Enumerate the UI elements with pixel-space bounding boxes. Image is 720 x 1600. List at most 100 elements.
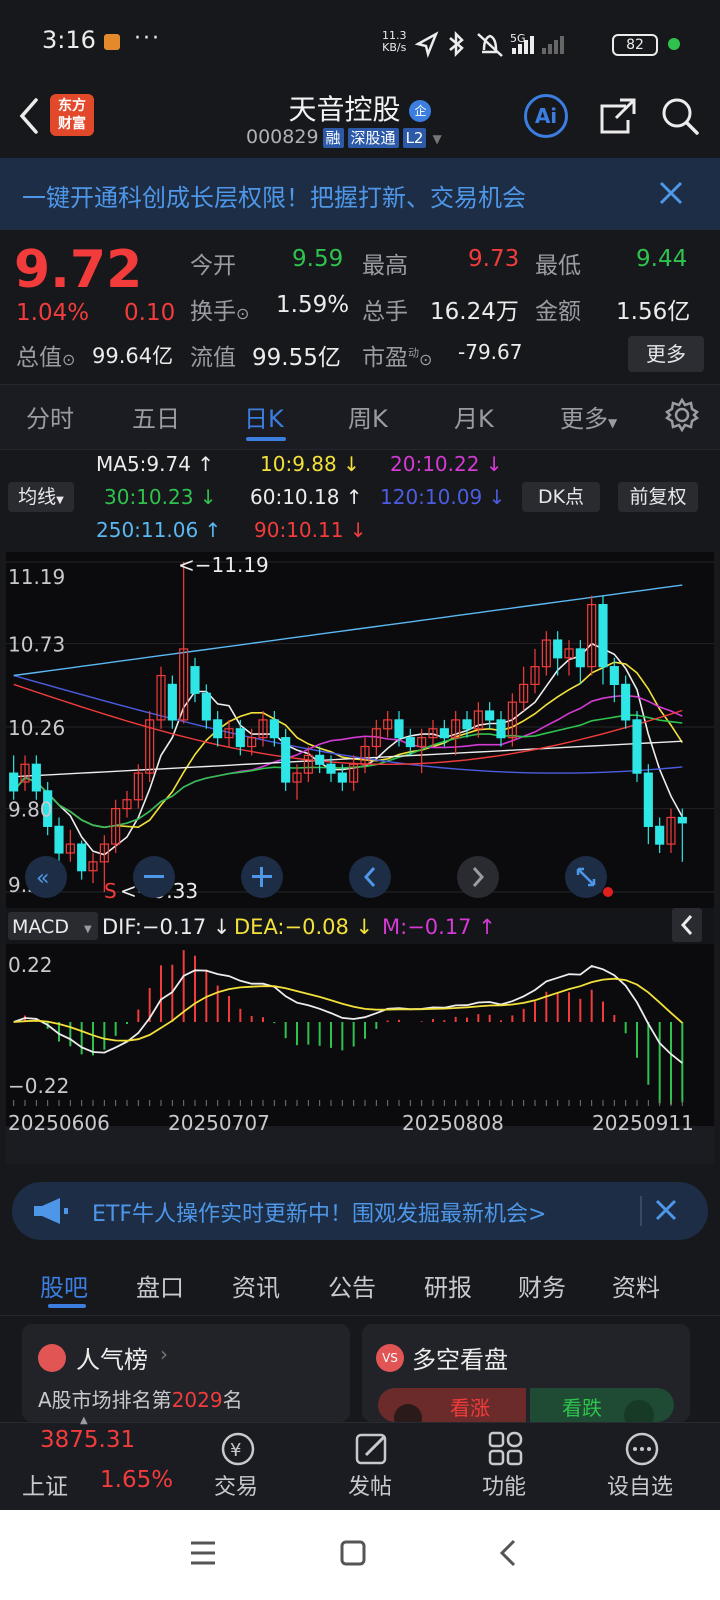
logo-line1: 东方 bbox=[58, 98, 86, 114]
functions-grid-icon[interactable] bbox=[486, 1429, 526, 1469]
candle-body bbox=[281, 737, 291, 783]
candle-body bbox=[337, 772, 347, 783]
close-icon[interactable] bbox=[658, 180, 684, 206]
tab-weekly-k[interactable]: 周K bbox=[348, 399, 388, 434]
bear-button[interactable]: 看跌 bbox=[530, 1388, 674, 1430]
back-icon[interactable] bbox=[14, 96, 44, 136]
ma-selector-button[interactable]: 均线▼ bbox=[8, 482, 74, 512]
dk-point-button[interactable]: DK点 bbox=[522, 482, 600, 512]
info-icon[interactable]: ⊙ bbox=[236, 304, 249, 323]
ma10-value: 10:9.88 ↓ bbox=[260, 452, 360, 476]
active-tab-underline bbox=[246, 437, 286, 441]
trade-icon[interactable]: ¥ bbox=[218, 1429, 258, 1469]
candle-body bbox=[269, 719, 279, 739]
stock-subtitle: 000829 融深股通 L2 ▼ bbox=[246, 126, 442, 148]
etf-banner-text[interactable]: ETF牛人操作实时更新中！围观发掘最新机会> bbox=[92, 1196, 546, 1228]
tab-intraday[interactable]: 分时 bbox=[26, 399, 74, 434]
chevron-up-icon[interactable]: ▲ bbox=[80, 1415, 88, 1426]
prev-button[interactable] bbox=[349, 856, 391, 898]
close-icon[interactable] bbox=[654, 1198, 678, 1222]
popularity-card[interactable]: 人气榜 › A股市场排名第2029名 bbox=[22, 1324, 350, 1422]
promo-text[interactable]: 一键开通科创成长层权限！把握打新、交易机会 bbox=[22, 178, 526, 213]
macd-m: M:−0.17 ↑ bbox=[382, 915, 496, 939]
tab-daily-k[interactable]: 日K bbox=[244, 399, 284, 434]
bull-button[interactable]: 看涨 bbox=[378, 1388, 526, 1432]
vs-title: 多空看盘 bbox=[412, 1346, 508, 1374]
popularity-title: 人气榜 bbox=[76, 1346, 148, 1374]
app-logo[interactable]: 东方 财富 bbox=[50, 94, 94, 136]
status-more-dots: ··· bbox=[134, 26, 161, 51]
tab-news[interactable]: 资讯 bbox=[232, 1268, 280, 1303]
network-type: 5G bbox=[510, 32, 526, 45]
nav-post[interactable]: 发帖 bbox=[330, 1469, 410, 1501]
collapse-button[interactable] bbox=[672, 908, 702, 942]
tab-five-day[interactable]: 五日 bbox=[132, 399, 180, 434]
low-value: 9.44 bbox=[636, 246, 688, 272]
open-value: 9.59 bbox=[292, 246, 344, 272]
amount-value: 1.56亿 bbox=[616, 299, 691, 325]
share-icon[interactable] bbox=[598, 96, 638, 136]
high-value: 9.73 bbox=[468, 246, 520, 272]
logo-line2: 财富 bbox=[58, 116, 86, 132]
y-tick-label: 10.73 bbox=[8, 633, 65, 657]
tab-research[interactable]: 研报 bbox=[424, 1268, 472, 1303]
candle-body bbox=[190, 666, 200, 694]
nav-add-watchlist[interactable]: 设自选 bbox=[600, 1469, 680, 1501]
dropdown-icon[interactable]: ▼ bbox=[433, 132, 442, 146]
info-icon[interactable]: ⊙ bbox=[419, 350, 432, 369]
tab-forum[interactable]: 股吧 bbox=[40, 1268, 88, 1303]
volume-label: 总手 bbox=[362, 299, 408, 325]
promo-banner[interactable]: 一键开通科创成长层权限！把握打新、交易机会 bbox=[0, 158, 720, 230]
chevron-down-icon: ▼ bbox=[608, 416, 618, 430]
double-chevron-left-icon: « bbox=[36, 866, 49, 891]
kline-chart[interactable]: 11.1910.7310.269.809.33 <−11.19 S <−9.33… bbox=[6, 552, 714, 1164]
search-icon[interactable] bbox=[660, 96, 700, 136]
chevron-right-icon: › bbox=[160, 1342, 168, 1366]
tab-profile[interactable]: 资料 bbox=[612, 1268, 660, 1303]
tab-orderbook[interactable]: 盘口 bbox=[136, 1268, 184, 1303]
active-dot-icon bbox=[668, 38, 680, 50]
rank-prefix: A股市场排名第 bbox=[38, 1388, 172, 1412]
post-edit-icon[interactable] bbox=[352, 1429, 392, 1469]
candle-body bbox=[575, 648, 585, 668]
svg-text:¥: ¥ bbox=[230, 1440, 241, 1461]
more-button[interactable]: 更多 bbox=[628, 336, 704, 372]
more-dots-icon[interactable] bbox=[622, 1429, 662, 1469]
etf-banner[interactable]: ETF牛人操作实时更新中！围观发掘最新机会> bbox=[12, 1182, 708, 1240]
y-tick-label: 11.19 bbox=[8, 565, 65, 589]
tab-announcements[interactable]: 公告 bbox=[328, 1268, 376, 1303]
status-bar: 3:16 ··· 11.3 KB/s 5G 82 bbox=[0, 0, 720, 88]
mcap-label-text: 总值 bbox=[16, 345, 62, 371]
info-icon[interactable]: ⊙ bbox=[62, 350, 75, 369]
network-speed: 11.3 KB/s bbox=[382, 30, 407, 54]
candle-body bbox=[31, 763, 41, 792]
back-nav-icon[interactable] bbox=[494, 1538, 524, 1568]
ma-legend: 均线▼ MA5:9.74 ↑ 10:9.88 ↓ 20:10.22 ↓ 30:1… bbox=[0, 452, 720, 550]
location-icon bbox=[414, 31, 439, 58]
pe-label-text: 市盈 bbox=[362, 345, 408, 371]
section-tabs: 股吧 盘口 资讯 公告 研报 财务 资料 bbox=[0, 1256, 720, 1316]
rank-suffix: 名 bbox=[222, 1388, 243, 1412]
menu-icon[interactable] bbox=[188, 1538, 218, 1568]
tab-more[interactable]: 更多▼ bbox=[560, 399, 617, 434]
home-icon[interactable] bbox=[338, 1538, 368, 1568]
system-nav-bar bbox=[0, 1510, 720, 1600]
macd-selector-label: MACD bbox=[12, 916, 69, 938]
bull-bear-card[interactable]: VS 多空看盘 看涨 看跌 bbox=[362, 1324, 690, 1432]
next-button[interactable] bbox=[457, 856, 499, 898]
settings-gear-icon[interactable] bbox=[664, 397, 700, 433]
ma-selector-label: 均线 bbox=[18, 486, 57, 508]
nav-trade[interactable]: 交易 bbox=[196, 1469, 276, 1501]
ai-button[interactable]: Ai bbox=[524, 94, 568, 138]
tab-monthly-k[interactable]: 月K bbox=[454, 399, 494, 434]
adjust-button[interactable]: 前复权 bbox=[618, 482, 698, 512]
tab-more-label: 更多 bbox=[560, 405, 608, 433]
index-value[interactable]: 3875.31 bbox=[40, 1427, 135, 1453]
candle-body bbox=[9, 772, 19, 792]
nav-functions[interactable]: 功能 bbox=[464, 1469, 544, 1501]
index-percent[interactable]: 1.65% bbox=[100, 1467, 173, 1493]
tab-finance[interactable]: 财务 bbox=[518, 1268, 566, 1303]
y-tick-label: 9.80 bbox=[8, 798, 53, 822]
index-name[interactable]: 上证 bbox=[22, 1467, 68, 1501]
volume-value: 16.24万 bbox=[430, 299, 519, 325]
